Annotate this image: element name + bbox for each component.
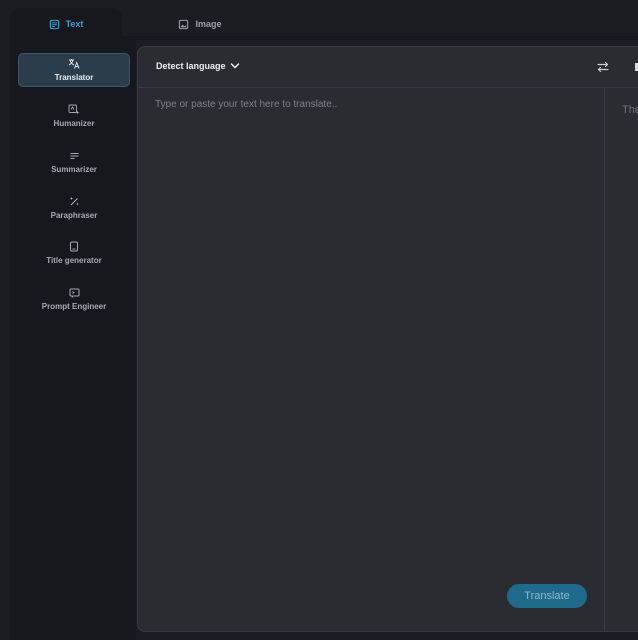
pane-divider: [604, 88, 605, 631]
document-icon: [49, 19, 59, 29]
translate-button[interactable]: Translate: [507, 584, 587, 608]
sidebar-item-label: Translator: [54, 73, 94, 82]
sidebar-item-translator[interactable]: Translator: [18, 53, 130, 87]
chevron-down-icon: [230, 63, 239, 69]
sidebar-item-label: Title generator: [46, 256, 102, 265]
sidebar-item-label: Humanizer: [53, 119, 95, 128]
magic-wand-icon: [69, 197, 79, 206]
prompt-icon: [69, 288, 79, 298]
source-text-input[interactable]: [155, 99, 585, 569]
summarizer-icon: [70, 152, 78, 159]
sidebar-item-label: Summarizer: [51, 164, 97, 174]
title-card-icon: [70, 241, 78, 252]
image-icon: [179, 19, 189, 29]
humanizer-icon: [68, 104, 80, 115]
sidebar-item-paraphraser[interactable]: Paraphraser: [18, 191, 130, 225]
sidebar-item-label: Prompt Engineer: [41, 301, 107, 311]
source-language-select[interactable]: Detect language: [156, 61, 240, 71]
tab-text-label: Text: [65, 19, 84, 29]
tab-image-label: Image: [195, 19, 222, 29]
tab-bar-divider: [122, 36, 638, 40]
tab-text[interactable]: Text: [10, 8, 122, 40]
swap-languages-icon[interactable]: [595, 60, 611, 74]
sidebar-item-title-generator[interactable]: Title generator: [18, 236, 130, 270]
sidebar-item-prompt-engineer[interactable]: Prompt Engineer: [18, 282, 130, 316]
sidebar-item-humanizer[interactable]: Humanizer: [18, 99, 130, 133]
sidebar-item-summarizer[interactable]: Summarizer: [18, 145, 130, 179]
sidebar: Translator Humanizer Summarizer Paraphra…: [10, 40, 136, 640]
sidebar-item-label: Paraphraser: [50, 211, 98, 220]
translation-output: The: [622, 104, 638, 116]
app-root: Text Image Translator Humanizer Summariz…: [0, 0, 638, 640]
language-bar: Detect language: [138, 47, 638, 88]
translator-panel: Detect language The Translate: [137, 46, 638, 632]
source-language-label: Detect language: [156, 61, 226, 71]
translate-icon: [68, 59, 80, 69]
